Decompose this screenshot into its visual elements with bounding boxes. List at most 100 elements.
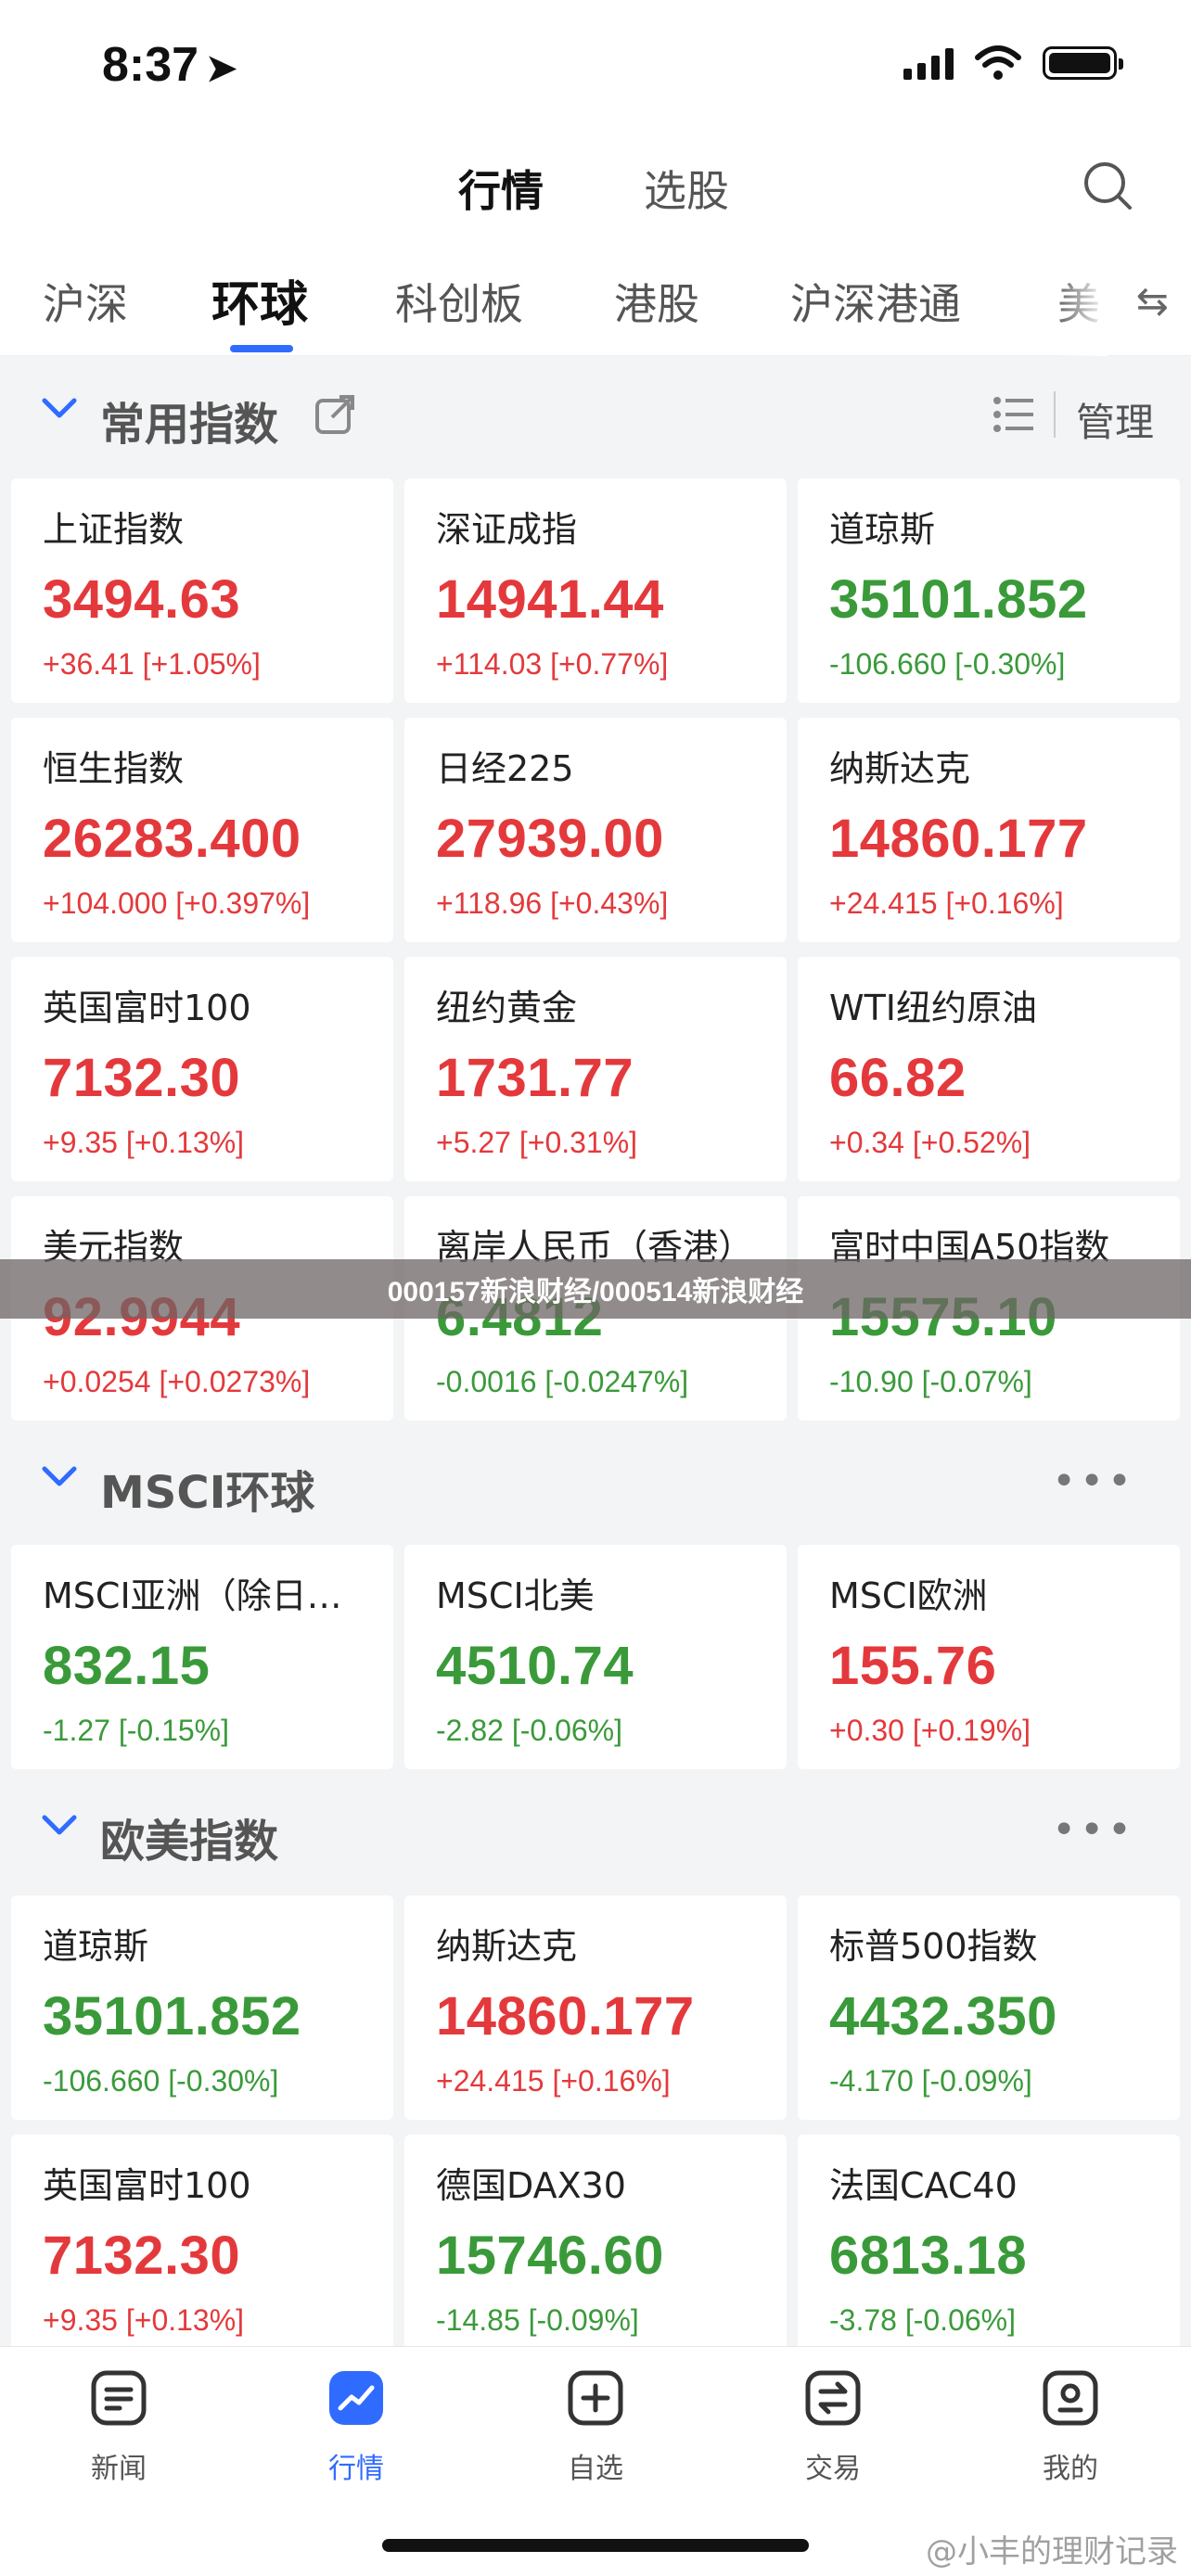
chevron-down-icon[interactable]	[41, 1812, 78, 1840]
index-price: 7132.30	[43, 2225, 241, 2286]
index-card[interactable]: 法国CAC40 6813.18 -3.78 [-0.06%]	[798, 2135, 1180, 2359]
index-card[interactable]: 道琼斯 35101.852 -106.660 [-0.30%]	[798, 478, 1180, 703]
index-card[interactable]: 英国富时100 7132.30 +9.35 [+0.13%]	[11, 957, 393, 1181]
market-icon	[329, 2371, 383, 2425]
subtab-hk-stocks[interactable]: 港股	[614, 271, 699, 332]
index-price: 14941.44	[436, 569, 664, 630]
nav-trade[interactable]: 交易	[759, 2367, 907, 2486]
index-card[interactable]: MSCI北美 4510.74 -2.82 [-0.06%]	[404, 1545, 787, 1769]
index-name: 纽约黄金	[436, 988, 578, 1028]
index-change: +118.96 [+0.43%]	[436, 886, 669, 920]
external-link-icon[interactable]	[314, 393, 356, 436]
manage-button[interactable]: 管理	[1076, 391, 1154, 448]
status-icons	[903, 45, 1123, 82]
index-name: 道琼斯	[43, 1926, 149, 1967]
index-change: -2.82 [-0.06%]	[436, 1714, 622, 1747]
index-change: +0.0254 [+0.0273%]	[43, 1365, 311, 1398]
index-name: 恒生指数	[43, 748, 185, 789]
section-header-common-indices[interactable]: 常用指数 管理	[0, 358, 1191, 469]
nav-profile[interactable]: 我的	[996, 2367, 1145, 2486]
index-change: +104.000 [+0.397%]	[43, 886, 311, 920]
index-name: 上证指数	[43, 509, 185, 550]
more-options-icon[interactable]: •••	[1052, 1806, 1135, 1854]
index-card[interactable]: 德国DAX30 15746.60 -14.85 [-0.09%]	[404, 2135, 787, 2359]
section-header-msci[interactable]: MSCI环球 •••	[0, 1426, 1191, 1537]
index-price: 7132.30	[43, 1048, 241, 1108]
index-change: +9.35 [+0.13%]	[43, 2303, 245, 2337]
index-name: 德国DAX30	[436, 2165, 626, 2206]
index-price: 155.76	[829, 1636, 997, 1696]
index-name: 标普500指数	[829, 1926, 1038, 1967]
chevron-down-icon[interactable]	[41, 1463, 78, 1491]
index-price: 26283.400	[43, 809, 301, 869]
index-card[interactable]: 日经225 27939.00 +118.96 [+0.43%]	[404, 718, 787, 942]
index-change: +24.415 [+0.16%]	[829, 886, 1064, 920]
index-card[interactable]: MSCI欧洲 155.76 +0.30 [+0.19%]	[798, 1545, 1180, 1769]
index-price: 27939.00	[436, 809, 664, 869]
index-price: 66.82	[829, 1048, 967, 1108]
index-change: -14.85 [-0.09%]	[436, 2303, 639, 2337]
section-title: MSCI环球	[100, 1467, 315, 1519]
index-name: MSCI北美	[436, 1575, 595, 1616]
nav-news[interactable]: 新闻	[45, 2367, 193, 2486]
status-bar: 8:37 ➤	[0, 0, 1191, 130]
index-change: -4.170 [-0.09%]	[829, 2064, 1032, 2098]
home-indicator[interactable]	[382, 2539, 809, 2552]
index-name: 纳斯达克	[829, 748, 971, 789]
index-change: +5.27 [+0.31%]	[436, 1126, 638, 1159]
subtab-star-market[interactable]: 科创板	[395, 271, 523, 332]
index-change: -10.90 [-0.07%]	[829, 1365, 1032, 1398]
battery-icon	[1043, 46, 1123, 80]
nav-label: 行情	[328, 2453, 384, 2485]
nav-label: 交易	[805, 2453, 861, 2485]
index-card[interactable]: 标普500指数 4432.350 -4.170 [-0.09%]	[798, 1895, 1180, 2120]
index-card[interactable]: MSCI亚洲（除日… 832.15 -1.27 [-0.15%]	[11, 1545, 393, 1769]
index-change: +114.03 [+0.77%]	[436, 647, 669, 681]
subtab-stock-connect[interactable]: 沪深港通	[790, 271, 961, 332]
overlay-banner: 000157新浪财经/000514新浪财经	[0, 1259, 1191, 1319]
index-price: 1731.77	[436, 1048, 634, 1108]
watermark: @小丰的理财记录	[926, 2533, 1178, 2570]
nav-watchlist[interactable]: 自选	[521, 2367, 670, 2486]
index-change: -106.660 [-0.30%]	[43, 2064, 279, 2098]
nav-label: 我的	[1043, 2453, 1098, 2485]
index-change: -1.27 [-0.15%]	[43, 1714, 229, 1747]
tab-market[interactable]: 行情	[458, 158, 544, 219]
index-card[interactable]: 纽约黄金 1731.77 +5.27 [+0.31%]	[404, 957, 787, 1181]
list-icon[interactable]	[992, 395, 1035, 434]
index-price: 15746.60	[436, 2225, 664, 2286]
index-change: -0.0016 [-0.0247%]	[436, 1365, 689, 1398]
index-card[interactable]: 深证成指 14941.44 +114.03 [+0.77%]	[404, 478, 787, 703]
watchlist-icon	[568, 2370, 623, 2426]
active-tab-indicator	[230, 345, 293, 352]
index-change: +0.34 [+0.52%]	[829, 1126, 1031, 1159]
swap-tabs-icon[interactable]: ⇆	[1136, 278, 1169, 324]
time-text: 8:37	[102, 38, 199, 92]
chevron-down-icon[interactable]	[41, 395, 78, 423]
index-card[interactable]: WTI纽约原油 66.82 +0.34 [+0.52%]	[798, 957, 1180, 1181]
index-card[interactable]: 英国富时100 7132.30 +9.35 [+0.13%]	[11, 2135, 393, 2359]
tab-stock-picker[interactable]: 选股	[644, 158, 729, 219]
nav-label: 新闻	[91, 2453, 147, 2485]
trade-icon	[805, 2370, 861, 2426]
section-header-euro-us[interactable]: 欧美指数 •••	[0, 1775, 1191, 1886]
index-price: 832.15	[43, 1636, 211, 1696]
index-price: 35101.852	[43, 1986, 301, 2047]
section-title: 欧美指数	[100, 1816, 279, 1868]
subtab-shanghai-shenzhen[interactable]: 沪深	[43, 271, 128, 332]
index-price: 3494.63	[43, 569, 241, 630]
index-card[interactable]: 纳斯达克 14860.177 +24.415 [+0.16%]	[404, 1895, 787, 2120]
index-card[interactable]: 纳斯达克 14860.177 +24.415 [+0.16%]	[798, 718, 1180, 942]
index-name: MSCI欧洲	[829, 1575, 988, 1616]
index-card[interactable]: 上证指数 3494.63 +36.41 [+1.05%]	[11, 478, 393, 703]
nav-market[interactable]: 行情	[282, 2367, 430, 2486]
more-options-icon[interactable]: •••	[1052, 1458, 1135, 1505]
index-name: 纳斯达克	[436, 1926, 578, 1967]
msci-grid: MSCI亚洲（除日… 832.15 -1.27 [-0.15%] MSCI北美 451…	[11, 1545, 1180, 1769]
index-change: +0.30 [+0.19%]	[829, 1714, 1031, 1747]
search-icon[interactable]	[1080, 158, 1135, 213]
index-card[interactable]: 道琼斯 35101.852 -106.660 [-0.30%]	[11, 1895, 393, 2120]
index-card[interactable]: 恒生指数 26283.400 +104.000 [+0.397%]	[11, 718, 393, 942]
subtab-global[interactable]: 环球	[211, 265, 308, 335]
index-change: -106.660 [-0.30%]	[829, 647, 1066, 681]
